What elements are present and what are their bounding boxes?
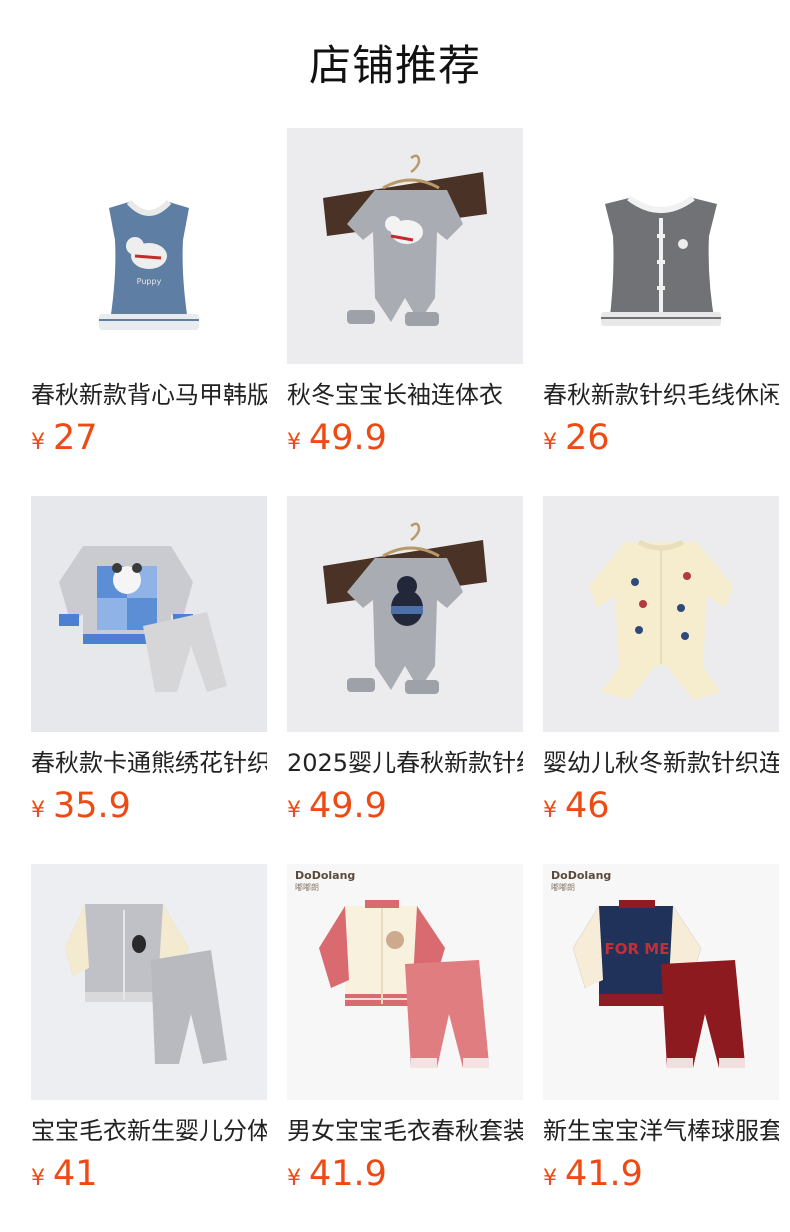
product-price: ¥49.9 [287,786,523,826]
product-card[interactable]: DoDolang 嘟嘟朗 男女宝宝毛衣春秋套装 ¥41.9 [287,864,523,1232]
currency-symbol: ¥ [543,1166,557,1191]
currency-symbol: ¥ [287,798,301,823]
product-card[interactable]: 秋冬宝宝长袖连体衣 ¥49.9 [287,128,523,496]
price-value: 41 [53,1154,98,1194]
currency-symbol: ¥ [31,1166,45,1191]
svg-text:FOR ME: FOR ME [605,940,670,958]
currency-symbol: ¥ [287,430,301,455]
product-price: ¥49.9 [287,418,523,458]
brand-logo-sub: 嘟嘟朗 [295,883,319,892]
product-name[interactable]: 男女宝宝毛衣春秋套装 [287,1116,523,1146]
product-name[interactable]: 春秋新款针织毛线休闲 [543,380,779,410]
product-price: ¥46 [543,786,779,826]
brand-logo: DoDolang [551,869,612,882]
currency-symbol: ¥ [543,798,557,823]
currency-symbol: ¥ [31,430,45,455]
product-image[interactable]: FOR ME DoDolang 嘟嘟朗 [543,864,779,1100]
svg-text:Puppy: Puppy [137,277,162,286]
product-card[interactable]: 春秋新款针织毛线休闲 ¥26 [543,128,779,496]
product-name[interactable]: 2025婴儿春秋新款针织 [287,748,523,778]
product-price: ¥26 [543,418,779,458]
price-value: 41.9 [565,1154,643,1194]
product-price: ¥27 [31,418,267,458]
product-card[interactable]: 宝宝毛衣新生婴儿分体 ¥41 [31,864,267,1232]
price-value: 49.9 [309,418,387,458]
product-name[interactable]: 婴幼儿秋冬新款针织连 [543,748,779,778]
product-image[interactable] [31,496,267,732]
product-name[interactable]: 秋冬宝宝长袖连体衣 [287,380,523,410]
product-name[interactable]: 春秋新款背心马甲韩版 [31,380,267,410]
product-card[interactable]: 婴幼儿秋冬新款针织连 ¥46 [543,496,779,864]
price-value: 35.9 [53,786,131,826]
product-image[interactable] [543,496,779,732]
product-grid: Puppy 春秋新款背心马甲韩版 ¥27 秋冬宝宝长袖连体衣 ¥49.9 春秋新… [31,128,779,1232]
product-price: ¥41 [31,1154,267,1194]
currency-symbol: ¥ [287,1166,301,1191]
product-card[interactable]: 2025婴儿春秋新款针织 ¥49.9 [287,496,523,864]
product-card[interactable]: FOR ME DoDolang 嘟嘟朗 新生宝宝洋气棒球服套 ¥41.9 [543,864,779,1232]
product-image[interactable] [31,864,267,1100]
product-name[interactable]: 春秋款卡通熊绣花针织 [31,748,267,778]
product-image[interactable]: DoDolang 嘟嘟朗 [287,864,523,1100]
product-image[interactable] [543,128,779,364]
product-price: ¥41.9 [287,1154,523,1194]
product-card[interactable]: 春秋款卡通熊绣花针织 ¥35.9 [31,496,267,864]
price-value: 26 [565,418,610,458]
product-name[interactable]: 新生宝宝洋气棒球服套 [543,1116,779,1146]
product-image[interactable] [287,128,523,364]
brand-logo-sub: 嘟嘟朗 [551,883,575,892]
price-value: 46 [565,786,610,826]
product-price: ¥35.9 [31,786,267,826]
price-value: 41.9 [309,1154,387,1194]
product-card[interactable]: Puppy 春秋新款背心马甲韩版 ¥27 [31,128,267,496]
product-price: ¥41.9 [543,1154,779,1194]
currency-symbol: ¥ [543,430,557,455]
price-value: 49.9 [309,786,387,826]
product-image[interactable] [287,496,523,732]
brand-logo: DoDolang [295,869,356,882]
currency-symbol: ¥ [31,798,45,823]
price-value: 27 [53,418,98,458]
product-image[interactable]: Puppy [31,128,267,364]
page-title: 店铺推荐 [308,41,481,90]
product-name[interactable]: 宝宝毛衣新生婴儿分体 [31,1116,267,1146]
